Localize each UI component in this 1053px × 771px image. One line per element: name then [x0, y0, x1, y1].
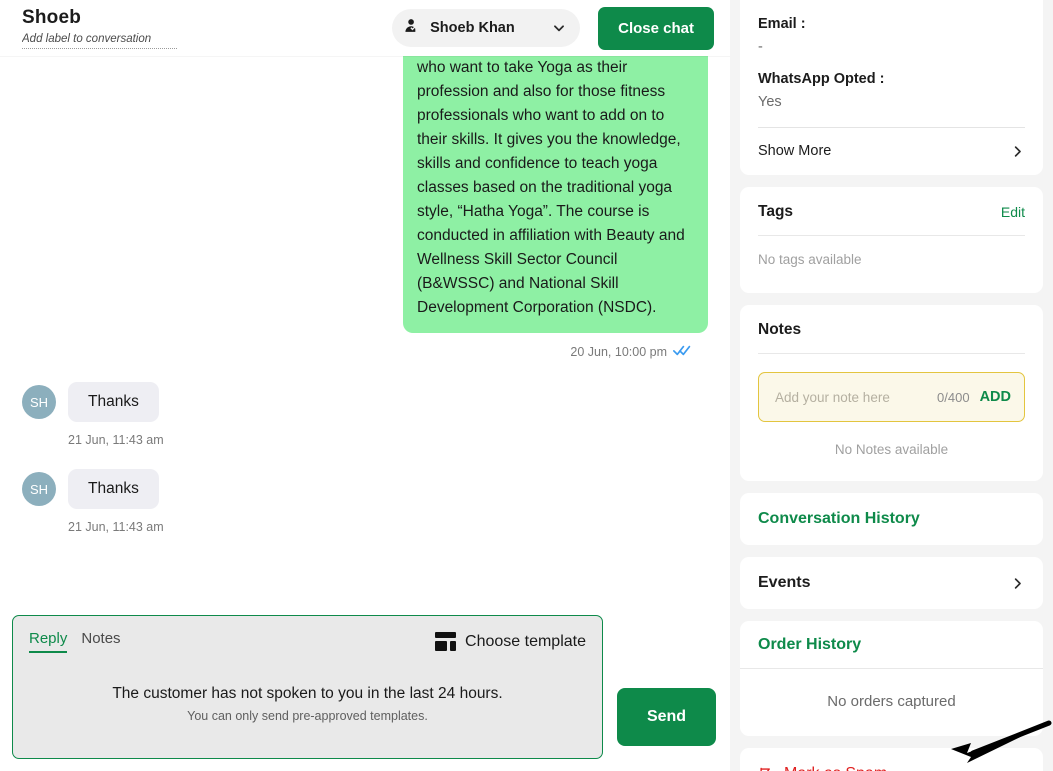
avatar: SH	[22, 385, 56, 419]
chevron-down-icon	[552, 21, 566, 35]
order-history-title: Order History	[758, 636, 862, 653]
field-label: WhatsApp Opted :	[758, 71, 885, 87]
composer-tabs: Reply Notes	[29, 630, 121, 653]
incoming-message-col: Thanks 21 Jun, 11:43 am	[68, 469, 164, 534]
note-input-placeholder[interactable]: Add your note here	[775, 390, 927, 405]
send-button[interactable]: Send	[617, 688, 716, 746]
composer-area: Reply Notes Choose template The customer…	[12, 615, 716, 759]
conversation-workspace: Shoeb Add label to conversation Shoeb Kh…	[0, 0, 1053, 771]
conversation-history-button[interactable]: Conversation History	[740, 493, 1043, 545]
notes-title: Notes	[758, 321, 802, 338]
notes-header: Notes	[758, 305, 1025, 339]
chevron-right-icon	[1010, 576, 1025, 591]
add-note-button[interactable]: ADD	[980, 389, 1011, 405]
contact-field-whatsapp-opted: WhatsApp Opted : Yes	[758, 55, 1025, 110]
incoming-message-row: SH Thanks 21 Jun, 11:43 am	[22, 382, 708, 447]
assigned-agent-icon	[404, 17, 421, 39]
field-label: Email :	[758, 16, 806, 32]
composer-toolbar: Reply Notes Choose template	[29, 630, 586, 653]
show-more-button[interactable]: Show More	[758, 128, 1025, 175]
order-history-header: Order History	[740, 621, 1043, 669]
show-more-label: Show More	[758, 143, 832, 159]
avatar: SH	[22, 472, 56, 506]
close-chat-button[interactable]: Close chat	[598, 6, 714, 50]
notes-empty-text: No Notes available	[834, 442, 949, 457]
note-char-counter: 0/400	[937, 389, 970, 405]
outgoing-message-row: designed for aspiring yoga enthusiasts w…	[22, 46, 708, 333]
tab-notes[interactable]: Notes	[81, 630, 120, 651]
tab-reply[interactable]: Reply	[29, 630, 68, 653]
incoming-message-bubble: Thanks	[68, 382, 159, 422]
double-check-read-icon	[673, 344, 692, 360]
order-history-empty-text: No orders captured	[827, 693, 956, 710]
field-value: Yes	[758, 94, 782, 110]
tags-card: Tags Edit No tags available	[740, 187, 1043, 293]
message-timestamp: 20 Jun, 10:00 pm	[570, 345, 667, 359]
chat-header: Shoeb Add label to conversation Shoeb Kh…	[0, 0, 730, 56]
add-label-link[interactable]: Add label to conversation	[22, 33, 177, 49]
note-input-wrapper[interactable]: Add your note here 0/400 ADD	[758, 372, 1025, 422]
flag-icon	[758, 766, 773, 771]
chevron-right-icon	[1010, 144, 1025, 159]
reply-composer[interactable]: Reply Notes Choose template The customer…	[12, 615, 603, 759]
mark-as-spam-label: Mark as Spam	[784, 765, 887, 771]
field-value: -	[758, 39, 763, 55]
contact-field-email: Email : -	[758, 0, 1025, 55]
incoming-message-row: SH Thanks 21 Jun, 11:43 am	[22, 469, 708, 534]
tags-empty-text: No tags available	[758, 252, 862, 267]
notes-card: Notes Add your note here 0/400 ADD No No…	[740, 305, 1043, 481]
tags-edit-button[interactable]: Edit	[1001, 204, 1025, 220]
message-list: designed for aspiring yoga enthusiasts w…	[0, 46, 730, 611]
divider	[758, 353, 1025, 354]
page-title: Shoeb	[22, 7, 82, 28]
tags-title: Tags	[758, 203, 794, 220]
contact-info-card: Email : - WhatsApp Opted : Yes Show More	[740, 0, 1043, 175]
order-history-card: Order History No orders captured	[740, 621, 1043, 736]
outgoing-message-bubble: designed for aspiring yoga enthusiasts w…	[403, 46, 708, 333]
contact-header-info: Shoeb Add label to conversation	[22, 7, 222, 49]
layout-template-icon	[435, 632, 457, 651]
composer-notice-main: The customer has not spoken to you in th…	[112, 685, 503, 702]
events-label: Events	[758, 574, 811, 591]
tags-header: Tags Edit	[758, 187, 1025, 221]
choose-template-label: Choose template	[465, 632, 586, 650]
composer-notice-sub: You can only send pre-approved templates…	[187, 709, 428, 723]
chat-panel: Shoeb Add label to conversation Shoeb Kh…	[0, 0, 730, 771]
events-button[interactable]: Events	[740, 557, 1043, 609]
conversation-history-label: Conversation History	[758, 510, 920, 527]
assigned-agent-name: Shoeb Khan	[430, 20, 515, 36]
incoming-message-bubble: Thanks	[68, 469, 159, 509]
message-timestamp: 21 Jun, 11:43 am	[68, 433, 164, 447]
contact-details-sidebar: Email : - WhatsApp Opted : Yes Show More…	[730, 0, 1053, 771]
outgoing-message-meta: 20 Jun, 10:00 pm	[22, 344, 708, 360]
message-timestamp: 21 Jun, 11:43 am	[68, 520, 164, 534]
assigned-agent-dropdown[interactable]: Shoeb Khan	[392, 9, 581, 47]
choose-template-button[interactable]: Choose template	[435, 632, 586, 651]
incoming-message-col: Thanks 21 Jun, 11:43 am	[68, 382, 164, 447]
composer-notice: The customer has not spoken to you in th…	[29, 685, 586, 723]
mark-as-spam-button[interactable]: Mark as Spam	[740, 748, 1043, 771]
